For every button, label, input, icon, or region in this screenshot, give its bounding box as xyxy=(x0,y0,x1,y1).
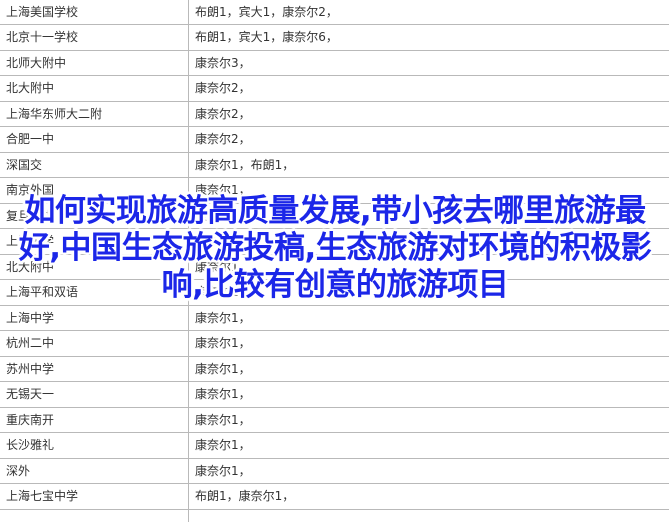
table-row: 上海华东师大二附 康奈尔2， xyxy=(0,100,669,127)
school-cell: 苏州中学 xyxy=(0,355,189,382)
table-row: 苏州中学 康奈尔1， xyxy=(0,355,669,382)
table-row: 北师大附中 康奈尔3， xyxy=(0,49,669,76)
admits-cell: 康奈尔3， xyxy=(188,49,669,76)
admits-cell: 康奈尔1， xyxy=(188,406,669,433)
table-row: 深国交 康奈尔1，布朗1， xyxy=(0,151,669,178)
school-cell: 合肥一中 xyxy=(0,126,189,153)
table-row: 上海七宝中学 布朗1，康奈尔1， xyxy=(0,483,669,510)
admissions-table-page: 上海美国学校 布朗1，宾大1，康奈尔2， 北京十一学校 布朗1，宾大1，康奈尔6， … xyxy=(0,0,669,522)
school-cell: 长沙雅礼 xyxy=(0,432,189,459)
table-row: 北京十一学校 布朗1，宾大1，康奈尔6， xyxy=(0,24,669,51)
school-cell: 北师大附中 xyxy=(0,49,189,76)
table-row: 重庆南开 康奈尔1， xyxy=(0,406,669,433)
admits-cell: 康奈尔1， xyxy=(188,304,669,331)
table-row: 杭州二中 康奈尔1， xyxy=(0,330,669,357)
table-row: 深外 康奈尔1， xyxy=(0,457,669,484)
overlay-headline: 如何实现旅游高质量发展,带小孩去哪里旅游最好,中国生态旅游投稿,生态旅游对环境的… xyxy=(18,193,652,303)
school-cell: 无锡天一 xyxy=(0,381,189,408)
admits-cell: 康奈尔1， xyxy=(188,457,669,484)
school-cell: 杭州二中 xyxy=(0,330,189,357)
admits-cell: 康奈尔1， xyxy=(188,330,669,357)
admits-cell: 布朗1，宾大1，康奈尔6， xyxy=(188,24,669,51)
admits-cell: 康奈尔1， xyxy=(188,355,669,382)
admits-cell: 布朗1，康奈尔1， xyxy=(188,483,669,510)
admits-cell: 康奈尔1，布朗1， xyxy=(188,151,669,178)
school-cell: 北大附中 xyxy=(0,75,189,102)
admits-cell: 康奈尔2， xyxy=(188,126,669,153)
school-cell: 北京十一学校 xyxy=(0,24,189,51)
table-row: 合肥一中 康奈尔2， xyxy=(0,126,669,153)
school-cell: 深外 xyxy=(0,457,189,484)
school-cell: 上海七宝中学 xyxy=(0,483,189,510)
admits-cell: 康奈尔1， xyxy=(188,432,669,459)
table-row: 上海美国学校 布朗1，宾大1，康奈尔2， xyxy=(0,0,669,25)
admits-cell: 康奈尔2， xyxy=(188,75,669,102)
school-cell: 上海华东师大二附 xyxy=(0,100,189,127)
table-row: 北大附中 康奈尔2， xyxy=(0,75,669,102)
table-row: 上海中学 康奈尔1， xyxy=(0,304,669,331)
admits-cell: 康奈尔1， xyxy=(188,381,669,408)
school-cell xyxy=(0,508,189,522)
table-row: 无锡天一 康奈尔1， xyxy=(0,381,669,408)
school-cell: 深国交 xyxy=(0,151,189,178)
table-row: 长沙雅礼 康奈尔1， xyxy=(0,432,669,459)
school-cell: 上海美国学校 xyxy=(0,0,189,25)
table-row xyxy=(0,508,669,522)
admits-cell: 康奈尔2， xyxy=(188,100,669,127)
admits-cell xyxy=(188,508,669,522)
school-cell: 重庆南开 xyxy=(0,406,189,433)
admits-cell: 布朗1，宾大1，康奈尔2， xyxy=(188,0,669,25)
school-cell: 上海中学 xyxy=(0,304,189,331)
